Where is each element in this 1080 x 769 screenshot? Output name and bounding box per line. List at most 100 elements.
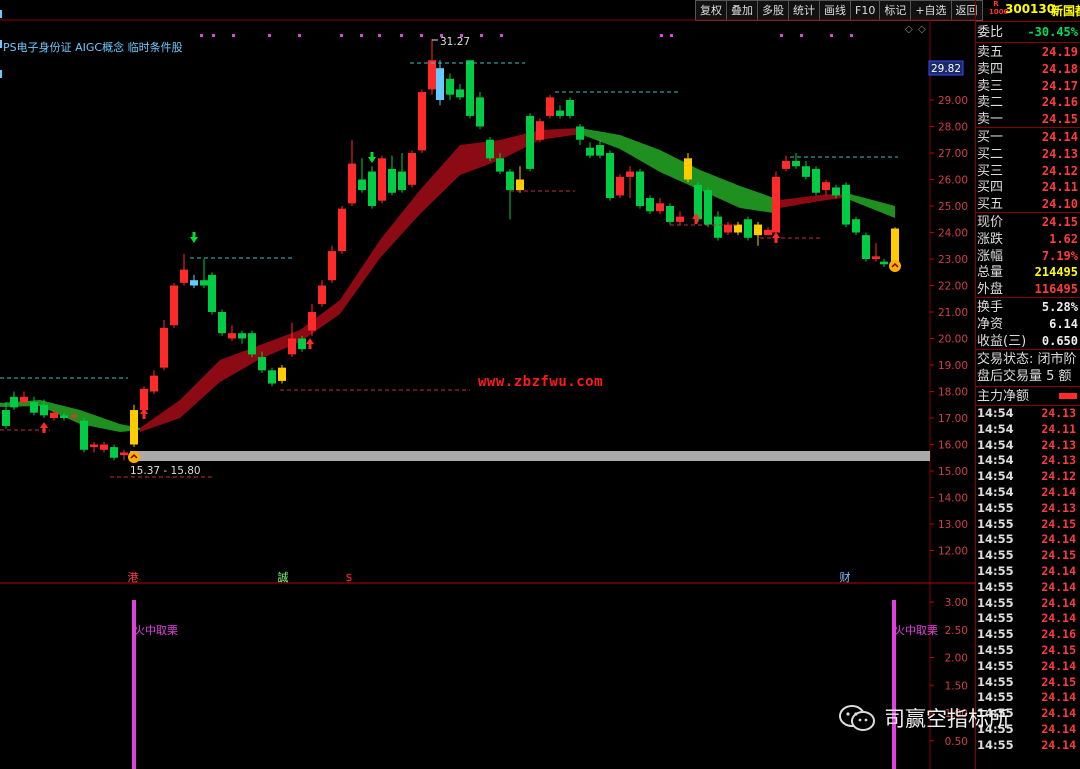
tick-price: 24.15: [1041, 516, 1076, 531]
ask-3: 卖三 24.17: [975, 78, 1080, 95]
candle-body: [30, 402, 38, 413]
after-hours: 盘后交易量 5 额: [975, 368, 1080, 385]
candle-body: [258, 357, 266, 371]
tick-price: 24.14: [1041, 564, 1076, 578]
marker-dot: [670, 34, 673, 37]
tick-row: 14:55 24.15: [975, 643, 1080, 659]
candle-body: [596, 145, 604, 156]
tick-price: 24.15: [1041, 548, 1076, 563]
tick-price: 24.14: [1041, 579, 1076, 594]
stat2-2-label: 收益(三): [977, 333, 1027, 349]
candle-body: [90, 444, 98, 448]
tick-price: 24.14: [1041, 485, 1076, 499]
stat2-1-value: 6.14: [1049, 316, 1078, 331]
left-edge-mark: [0, 10, 2, 18]
tick-price: 24.14: [1041, 690, 1076, 705]
candle-body: [130, 410, 138, 445]
y-tick-label: 14.00: [938, 493, 968, 505]
tick-row: 14:55 24.14: [975, 564, 1080, 580]
candle-body: [328, 251, 336, 281]
candle-body: [486, 139, 494, 159]
bid-5: 买五 24.10: [975, 196, 1080, 213]
candle-body: [140, 388, 148, 411]
stock-badge: R 1000: [989, 0, 1009, 16]
stat-3-label: 总量: [977, 265, 1004, 281]
bid-1-value: 24.14: [1041, 130, 1078, 144]
candle-body: [40, 404, 48, 416]
tick-time: 14:55: [977, 532, 1014, 547]
stat-0-value: 24.15: [1041, 215, 1078, 229]
candle-body: [200, 280, 208, 286]
y-tick-label: 13.00: [938, 519, 968, 531]
bid-3: 买三 24.12: [975, 163, 1080, 180]
candle-body: [268, 370, 276, 384]
tick-time: 14:55: [977, 500, 1014, 515]
candle-body: [812, 168, 820, 193]
after-hours-label: 盘后交易量 5 额: [977, 369, 1072, 384]
divider: [975, 212, 1080, 213]
candle-body: [248, 333, 256, 355]
candle-body: [2, 410, 10, 426]
sub-y-tick-label: 3.00: [945, 597, 968, 609]
tick-row: 14:54 24.13: [975, 406, 1080, 422]
bid-1-label: 买一: [977, 130, 1004, 145]
tick-price: 24.14: [1041, 595, 1076, 610]
ask-3-label: 卖三: [977, 78, 1004, 94]
candle-body: [20, 396, 28, 403]
candle-body: [10, 396, 18, 408]
bid-2: 买二 24.13: [975, 146, 1080, 163]
candle-body: [506, 171, 514, 191]
wechat-icon: [839, 705, 875, 731]
left-edge-mark: [0, 70, 2, 78]
stat-1-value: 1.62: [1049, 231, 1078, 246]
y-tick-label: 24.00: [938, 228, 968, 240]
marker-dot: [800, 34, 803, 37]
marker-dot: [212, 34, 215, 37]
candle-body: [170, 285, 178, 326]
candle-body: [536, 121, 544, 140]
watermark-text: 司赢空指标所: [884, 707, 1010, 731]
candle-body: [576, 126, 584, 140]
candle-body: [556, 110, 564, 116]
signal-label: 火中取栗: [894, 624, 938, 637]
candle-body: [734, 224, 742, 233]
candle-body: [358, 179, 366, 191]
candle-body: [782, 160, 790, 169]
candle-body: [802, 166, 810, 177]
tick-price: 24.14: [1041, 611, 1076, 626]
candle-body: [50, 412, 58, 418]
bid-3-label: 买三: [977, 163, 1004, 179]
tick-price: 24.11: [1041, 421, 1076, 436]
stat2-0: 换手 5.28%: [975, 299, 1080, 316]
candle-body: [150, 375, 158, 392]
candle-body: [100, 444, 108, 450]
ask-5-label: 卖五: [977, 45, 1004, 60]
candle-body: [466, 60, 474, 116]
tick-row: 14:55 24.15: [975, 675, 1080, 691]
marker-dot: [200, 34, 203, 37]
tick-time: 14:55: [977, 548, 1014, 563]
tick-price: 24.14: [1041, 706, 1076, 721]
divider: [975, 349, 1080, 350]
stat2-0-label: 换手: [977, 300, 1004, 315]
stat-2-value: 7.19%: [1041, 248, 1078, 263]
candle-body: [180, 269, 188, 283]
ask-1-value: 24.15: [1041, 112, 1078, 127]
candle-body: [792, 160, 800, 167]
bid-2-label: 买二: [977, 146, 1004, 162]
tick-row: 14:55 24.13: [975, 501, 1080, 517]
candle-body: [714, 216, 722, 238]
tick-time: 14:54: [977, 421, 1014, 436]
candle-body: [338, 208, 346, 252]
candle-body: [288, 338, 296, 355]
stat-1: 涨跌 1.62: [975, 231, 1080, 248]
tick-time: 14:55: [977, 674, 1014, 689]
bid-5-value: 24.10: [1041, 197, 1078, 212]
webi-value: -30.45%: [1027, 25, 1078, 39]
candle-body: [368, 171, 376, 206]
tick-time: 14:55: [977, 658, 1014, 673]
tick-time: 14:54: [977, 437, 1014, 452]
candle-body: [218, 312, 226, 334]
event-marker: $: [346, 571, 353, 584]
tick-row: 14:55 24.14: [975, 738, 1080, 754]
